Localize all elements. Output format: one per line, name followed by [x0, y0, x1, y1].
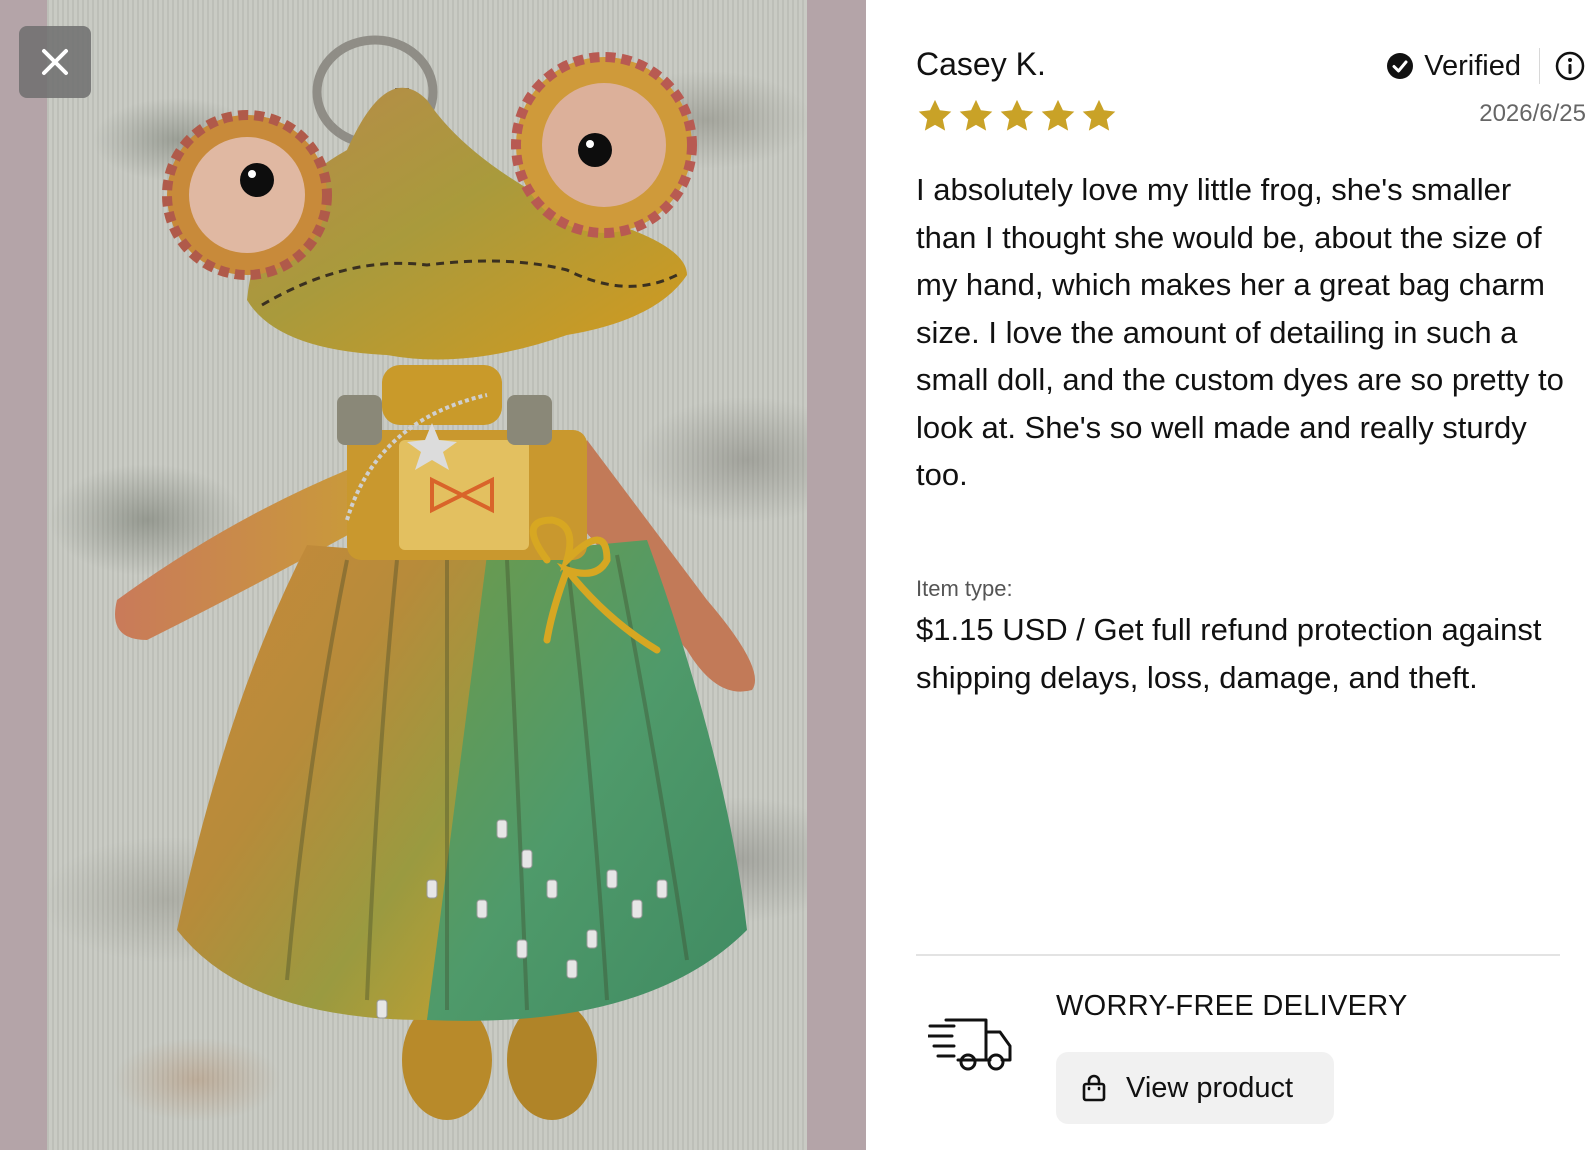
close-button[interactable] — [19, 26, 91, 98]
frog-doll-illustration — [115, 35, 755, 1120]
review-date: 2026/6/25 — [1479, 100, 1586, 127]
check-circle-icon — [1387, 53, 1414, 79]
verified-label: Verified — [1424, 49, 1521, 82]
star-icon — [1082, 99, 1116, 131]
star-icon — [1041, 99, 1075, 131]
verified-badge: Verified — [1386, 46, 1521, 86]
item-type-label: Item type: — [916, 576, 1013, 601]
star-icon — [959, 99, 993, 131]
review-panel: Casey K. Verified 2026/6/25 I absolutely… — [866, 0, 1594, 1150]
delivery-title: WORRY-FREE DELIVERY — [1056, 990, 1408, 1022]
delivery-truck-icon — [928, 1018, 1012, 1071]
info-icon[interactable] — [1554, 50, 1586, 82]
view-product-label: View product — [1126, 1071, 1294, 1104]
reviewer-name: Casey K. — [916, 46, 1046, 82]
shopping-bag-icon — [1082, 1074, 1106, 1102]
star-icon — [1000, 99, 1034, 131]
media-viewer — [0, 0, 866, 1150]
review-photo — [47, 0, 807, 1150]
star-icon — [918, 99, 952, 131]
review-text: I absolutely love my little frog, she's … — [916, 172, 1564, 492]
view-product-button[interactable]: View product — [1056, 1052, 1334, 1124]
header-divider — [1539, 48, 1540, 84]
item-type-value: $1.15 USD / Get full refund protection a… — [916, 612, 1542, 695]
section-divider — [916, 954, 1560, 956]
star-rating — [916, 97, 1118, 135]
close-icon — [42, 49, 68, 75]
